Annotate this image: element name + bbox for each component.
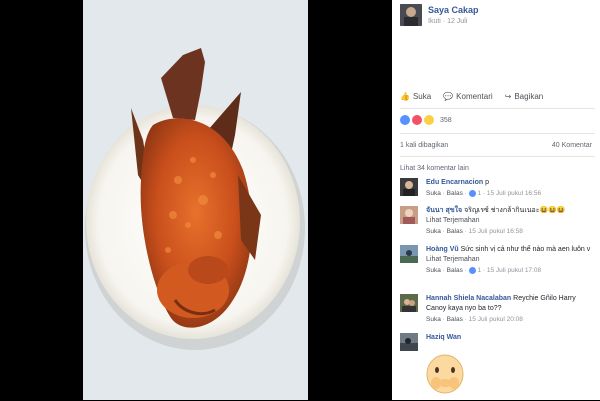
comment-reply-link[interactable]: Balas — [447, 267, 463, 274]
comment-reply-link[interactable]: Balas — [447, 228, 463, 235]
commenter-avatar[interactable] — [400, 206, 418, 224]
sticker-emoji-icon — [425, 352, 465, 396]
comment-count[interactable]: 40 Komentar — [552, 142, 592, 149]
commenter-name[interactable]: Hoàng Vũ — [426, 246, 459, 253]
author-avatar[interactable] — [400, 4, 422, 26]
like-reaction-icon — [400, 115, 410, 125]
reaction-summary[interactable]: 358 — [400, 115, 452, 125]
comment-like-link[interactable]: Suka — [426, 267, 441, 274]
comment-icon: 💬 — [443, 92, 454, 101]
divider — [400, 156, 595, 157]
comment-reply-link[interactable]: Balas — [447, 190, 463, 197]
fried-fish-image — [83, 0, 308, 400]
comment-time[interactable]: 15 Juli pukul 16:58 — [469, 228, 523, 235]
share-button[interactable]: ↪ Bagikan — [505, 92, 544, 101]
comment-text: จริญเรซ์ ช่างกล้ากินเนอะ😆😆😆 — [464, 207, 566, 214]
post-meta: Ikuti · 12 Juli — [428, 18, 468, 25]
like-badge-icon — [468, 266, 476, 274]
post-photo[interactable] — [83, 0, 308, 400]
comment-reply-link[interactable]: Balas — [447, 316, 463, 323]
share-count[interactable]: 1 kali dibagikan — [400, 142, 448, 149]
photo-viewer — [0, 0, 392, 400]
commenter-avatar[interactable] — [400, 333, 418, 351]
like-button[interactable]: 👍 Suka — [400, 92, 431, 101]
commenter-avatar[interactable] — [400, 294, 418, 312]
post-header — [400, 4, 422, 26]
see-translation-link[interactable]: Lihat Terjemahan — [426, 216, 596, 226]
comment-button[interactable]: 💬 Komentari — [443, 92, 492, 101]
commenter-name[interactable]: Edu Encarnacion — [426, 179, 483, 186]
comment-reaction-count: 1 — [477, 267, 482, 274]
post-sidebar: Saya Cakap Ikuti · 12 Juli 👍 Suka 💬 Kome… — [392, 0, 600, 400]
commenter-name[interactable]: Haziq Wan — [426, 334, 461, 341]
comment-footer: Suka · Balas · 1 · 15 Juli pukul 17:08 — [426, 266, 542, 274]
share-icon: ↪ — [504, 92, 512, 101]
reaction-count: 358 — [440, 116, 452, 124]
comment-like-link[interactable]: Suka — [426, 190, 441, 197]
commenter-avatar[interactable] — [400, 178, 418, 196]
comment-text: Sức sinh vị cả như thể nào mà aen luôn v — [460, 246, 591, 253]
divider — [400, 108, 595, 109]
see-translation-link[interactable]: Lihat Terjemahan — [426, 255, 596, 265]
commenter-avatar[interactable] — [400, 245, 418, 263]
haha-reaction-icon — [424, 115, 434, 125]
like-badge-icon — [468, 189, 476, 197]
comment-footer: Suka · Balas · 15 Juli pukul 20:08 — [426, 316, 523, 323]
comment-reaction-count: 1 — [477, 190, 482, 197]
comment-like-link[interactable]: Suka — [426, 228, 441, 235]
comment-time[interactable]: 15 Juli pukul 16:56 — [487, 190, 541, 197]
comment-footer: Suka · Balas · 1 · 15 Juli pukul 16:56 — [426, 189, 542, 197]
comment-time[interactable]: 15 Juli pukul 20:08 — [469, 316, 523, 323]
comment-footer: Suka · Balas · 15 Juli pukul 16:58 — [426, 228, 523, 235]
commenter-name[interactable]: Hannah Shiela Nacalaban — [426, 295, 511, 302]
love-reaction-icon — [412, 115, 422, 125]
view-more-comments-link[interactable]: Lihat 34 komentar lain — [400, 165, 469, 172]
post-actions: 👍 Suka 💬 Komentari ↪ Bagikan — [400, 92, 543, 101]
post-date[interactable]: 12 Juli — [447, 18, 467, 25]
commenter-name[interactable]: จันนา สุขใจ — [426, 207, 462, 214]
author-name[interactable]: Saya Cakap — [428, 5, 479, 15]
comment-time[interactable]: 15 Juli pukul 17:08 — [487, 267, 541, 274]
thumbs-up-icon: 👍 — [400, 92, 410, 101]
comment-text: p — [485, 179, 490, 186]
follow-link[interactable]: Ikuti — [428, 18, 441, 25]
divider — [400, 133, 595, 134]
comment-like-link[interactable]: Suka — [426, 316, 441, 323]
